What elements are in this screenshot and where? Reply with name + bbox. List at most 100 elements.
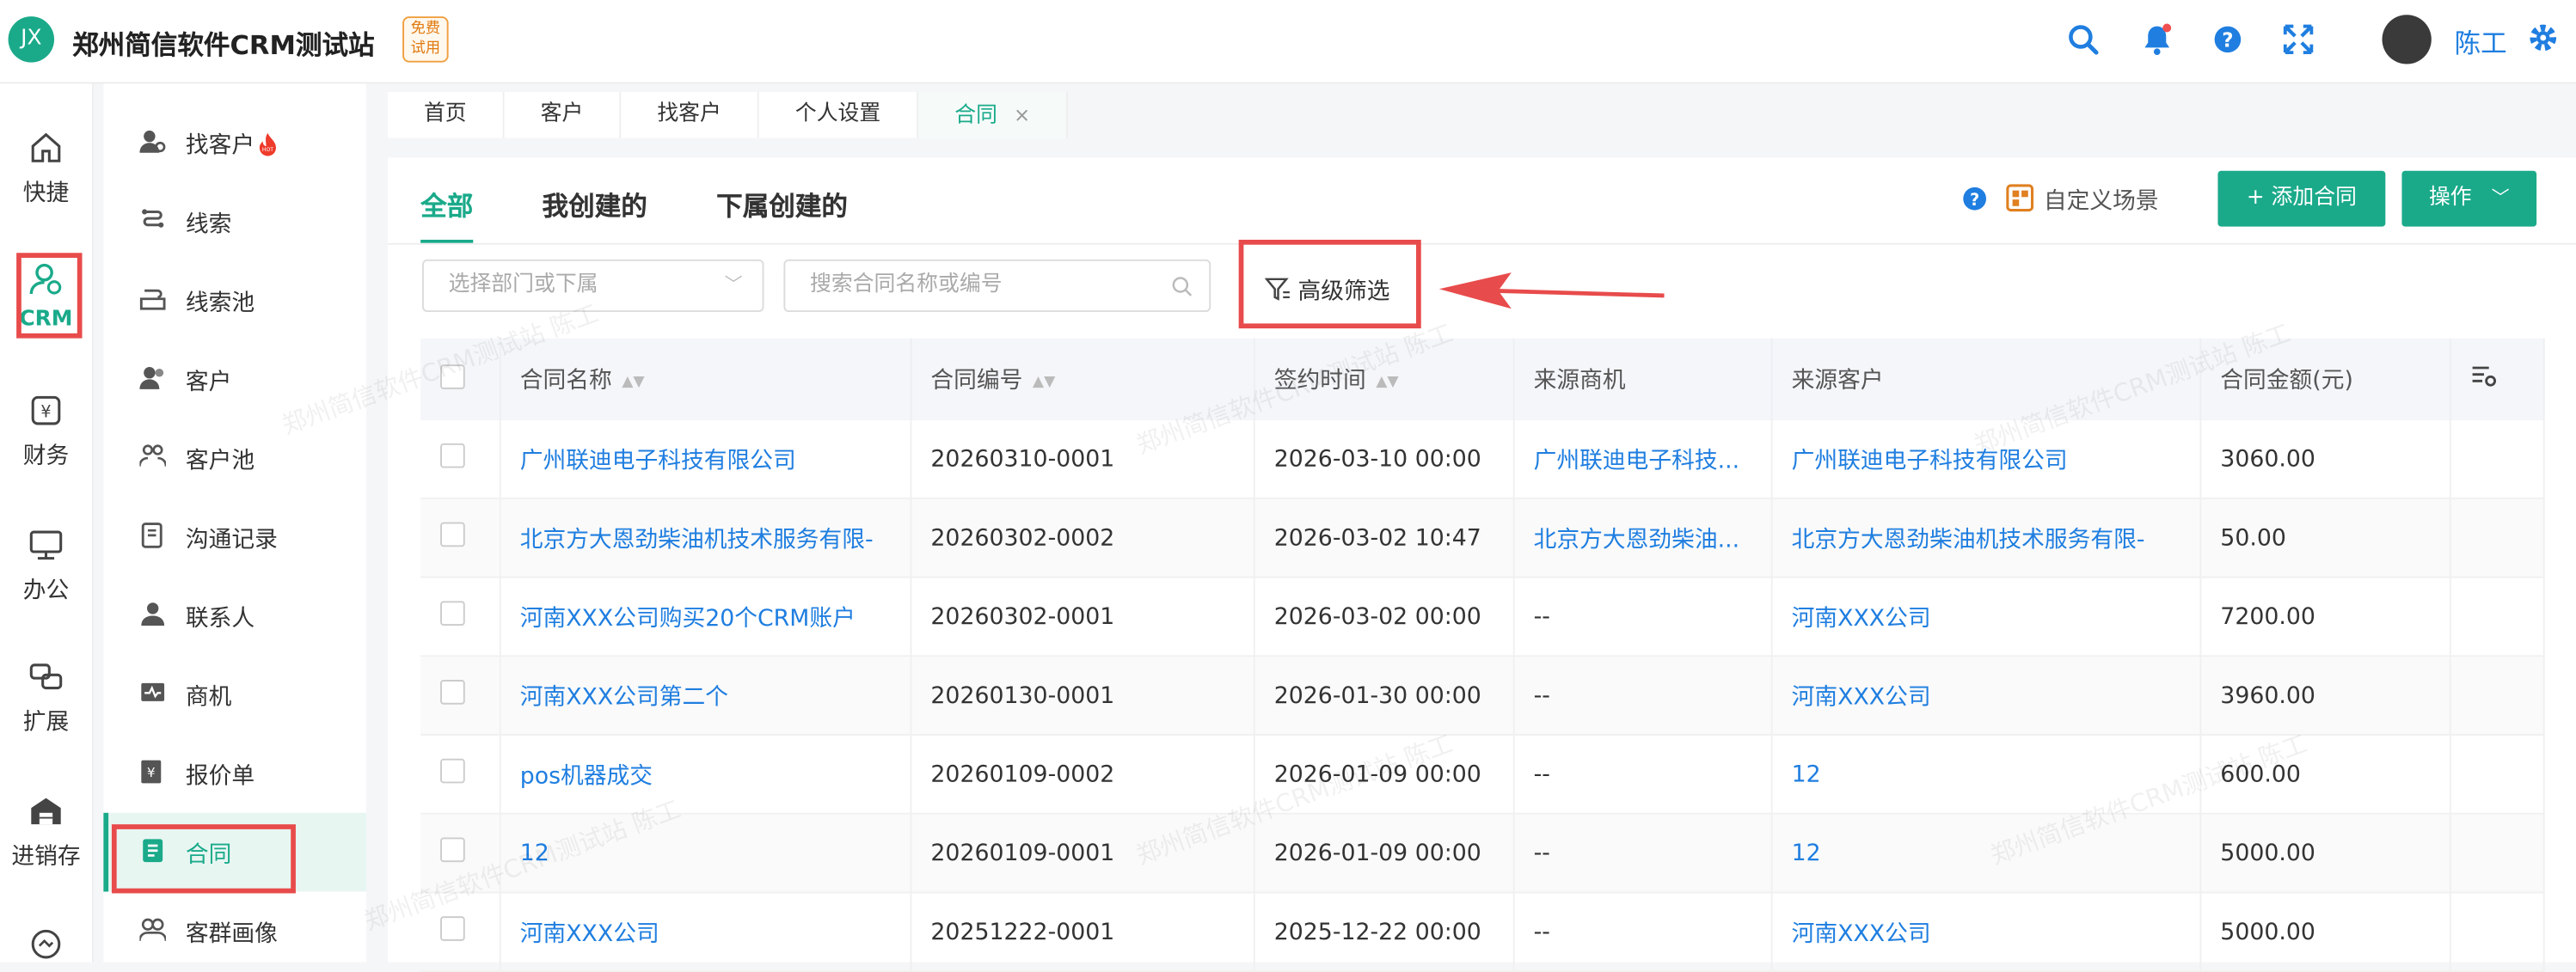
submenu-label: 沟通记录 xyxy=(185,527,278,553)
close-icon[interactable]: × xyxy=(1014,103,1030,126)
row-checkbox[interactable] xyxy=(440,601,465,626)
select-all-checkbox[interactable] xyxy=(440,364,465,388)
table-row[interactable]: 河南XXX公司第二个 20260130-0001 2026-01-30 00:00-… xyxy=(420,656,2544,736)
table-cell-link[interactable]: 广州联迪电子科技有限公司 xyxy=(499,420,911,499)
logo[interactable]: JX xyxy=(8,16,55,63)
table-cell-link[interactable]: 河南XXX公司 xyxy=(1770,577,2201,657)
submenu-item-customer-pool[interactable]: 客户池 xyxy=(103,419,366,498)
table-row[interactable]: 12 20260109-0001 2026-01-09 00:00 -- 12 5000.… xyxy=(420,813,2544,894)
row-checkbox-cell[interactable] xyxy=(420,813,500,894)
table-cell-link[interactable]: 北京方大恩劲柴油... xyxy=(1512,498,1772,578)
rail-item-quick[interactable]: 快捷 xyxy=(0,130,92,209)
table-cell-link[interactable]: 河南XXX公司 xyxy=(1770,892,2201,972)
table-row[interactable]: 河南XXX公司购买20个CRM账户 20260302-0001 2026-03-02… xyxy=(420,577,2544,657)
operate-dropdown-button[interactable]: 操作 ﹀ xyxy=(2401,170,2537,227)
row-checkbox[interactable] xyxy=(440,443,465,468)
scope-tab-all[interactable]: 全部 xyxy=(420,184,474,243)
fullscreen-icon[interactable] xyxy=(2282,23,2315,56)
rail-item-extend[interactable]: 扩展 xyxy=(0,658,92,737)
column-settings-icon[interactable] xyxy=(2470,363,2497,389)
column-header-sign-time[interactable]: 签约时间 ▲▼ xyxy=(1253,338,1514,421)
contract-search-input[interactable]: 搜索合同名称或编号 xyxy=(783,259,1211,313)
submenu-item-record[interactable]: 沟通记录 xyxy=(103,498,366,577)
user-name[interactable]: 陈工 xyxy=(2455,21,2507,61)
row-checkbox[interactable] xyxy=(440,758,465,784)
help-icon[interactable]: ? xyxy=(2211,23,2244,56)
table-cell: 2026-03-02 10:47 xyxy=(1253,498,1514,578)
scope-tab-mine[interactable]: 我创建的 xyxy=(543,184,647,233)
table-cell-link[interactable]: 广州联迪电子科技有限公司 xyxy=(1770,420,2201,499)
row-checkbox[interactable] xyxy=(440,680,465,705)
sort-icon[interactable]: ▲▼ xyxy=(1033,375,1055,391)
row-checkbox[interactable] xyxy=(440,916,465,941)
select-all-cell[interactable] xyxy=(420,338,500,421)
table-cell-link[interactable]: 广州联迪电子科技... xyxy=(1512,420,1772,499)
table-cell-link[interactable]: 河南XXX公司 xyxy=(499,892,911,972)
row-checkbox-cell[interactable] xyxy=(420,498,500,578)
tab-personal-settings[interactable]: 个人设置 xyxy=(758,91,919,138)
add-contract-button[interactable]: + 添加合同 xyxy=(2217,170,2386,227)
submenu-item-lead-pool[interactable]: 线索池 xyxy=(103,261,366,340)
tab-find-customer[interactable]: 找客户 xyxy=(621,91,759,138)
free-trial-badge[interactable]: 免费 试用 xyxy=(402,16,449,63)
row-checkbox-cell[interactable] xyxy=(420,892,500,972)
submenu-item-lead[interactable]: 线索 xyxy=(103,182,366,261)
column-header-name[interactable]: 合同名称 ▲▼ xyxy=(499,338,911,421)
table-row[interactable]: 河南XXX公司 20251222-0001 2025-12-22 00:00 -- 河南… xyxy=(420,892,2544,972)
table-cell-link[interactable]: pos机器成交 xyxy=(499,735,911,815)
submenu-item-find-customer[interactable]: 找客户 HOT xyxy=(103,103,366,182)
page-tabs: 首页 客户 找客户 个人设置 合同 × xyxy=(387,91,1069,138)
hot-fire-icon: HOT xyxy=(259,132,276,156)
row-checkbox[interactable] xyxy=(440,837,465,863)
table-cell-link[interactable]: 12 xyxy=(1770,813,2201,894)
extend-icon xyxy=(29,663,63,690)
row-checkbox[interactable] xyxy=(440,522,465,547)
table-cell: 600.00 xyxy=(2199,735,2450,815)
rail-item-office[interactable]: 办公 xyxy=(0,527,92,606)
settings-gear-icon[interactable] xyxy=(2527,21,2560,54)
department-select[interactable]: 选择部门或下属 ﹀ xyxy=(422,259,764,313)
advanced-filter-highlight-box xyxy=(1238,239,1421,329)
custom-scene-link[interactable]: 自定义场景 xyxy=(2044,184,2159,217)
rail-item-finance[interactable]: ¥ 财务 xyxy=(0,393,92,472)
table-cell-link[interactable]: 河南XXX公司第二个 xyxy=(499,656,911,736)
submenu-item-customer[interactable]: 客户 xyxy=(103,340,366,419)
table-cell-link[interactable]: 12 xyxy=(499,813,911,894)
sort-icon[interactable]: ▲▼ xyxy=(1376,375,1398,391)
table-cell: 2026-03-02 00:00 xyxy=(1253,577,1514,657)
column-header-number[interactable]: 合同编号 ▲▼ xyxy=(910,338,1254,421)
table-cell-link[interactable]: 河南XXX公司 xyxy=(1770,656,2201,736)
scope-tab-subordinates[interactable]: 下属创建的 xyxy=(716,184,848,233)
table-cell-link[interactable]: 河南XXX公司购买20个CRM账户 xyxy=(499,577,911,657)
table-cell-link[interactable]: 12 xyxy=(1770,735,2201,815)
submenu-item-opportunity[interactable]: 商机 xyxy=(103,655,366,734)
more-circle-icon[interactable] xyxy=(29,928,62,961)
submenu-item-portrait[interactable]: 客群画像 xyxy=(103,892,366,971)
help-icon[interactable]: ? xyxy=(1961,186,1988,212)
table-row[interactable]: 北京方大恩劲柴油机技术服务有限- 20260302-0002 2026-03-02 … xyxy=(420,498,2544,578)
table-cell-link[interactable]: 北京方大恩劲柴油机技术服务有限- xyxy=(1770,498,2201,578)
submenu-item-quote[interactable]: ¥ 报价单 xyxy=(103,734,366,813)
left-rail: 快捷 CRM ¥ 财务 办公 扩展 进销存 xyxy=(0,83,94,963)
tab-customer[interactable]: 客户 xyxy=(504,91,622,138)
column-label: 合同名称 xyxy=(519,367,612,394)
bell-icon[interactable] xyxy=(2141,23,2174,56)
submenu-item-contact[interactable]: 联系人 xyxy=(103,577,366,656)
table-cell-link[interactable]: 北京方大恩劲柴油机技术服务有限- xyxy=(499,498,911,578)
submenu-label: 找客户 xyxy=(185,132,255,160)
row-checkbox-cell[interactable] xyxy=(420,656,500,736)
column-settings-cell[interactable] xyxy=(2449,338,2544,421)
user-avatar[interactable] xyxy=(2382,15,2432,64)
rail-item-inventory[interactable]: 进销存 xyxy=(0,793,92,872)
row-checkbox-cell[interactable] xyxy=(420,577,500,657)
row-checkbox-cell[interactable] xyxy=(420,735,500,815)
search-icon[interactable] xyxy=(2067,23,2100,56)
sort-icon[interactable]: ▲▼ xyxy=(622,375,644,391)
trial-line-1: 免费 xyxy=(410,21,441,38)
row-checkbox-cell[interactable] xyxy=(420,420,500,499)
table-row[interactable]: 广州联迪电子科技有限公司 20260310-0001 2026-03-10 00:0… xyxy=(420,420,2544,499)
tab-contract[interactable]: 合同 × xyxy=(918,91,1069,138)
tab-home[interactable]: 首页 xyxy=(387,91,505,138)
portrait-icon xyxy=(139,918,166,941)
table-row[interactable]: pos机器成交 20260109-0002 2026-01-09 00:00 -- 12… xyxy=(420,735,2544,815)
